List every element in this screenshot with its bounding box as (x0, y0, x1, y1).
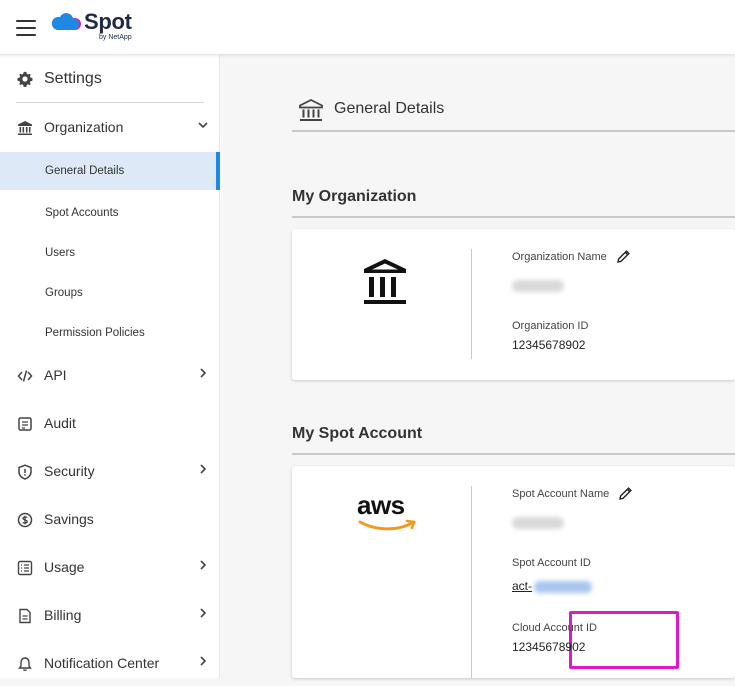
chevron-down-icon (198, 122, 208, 129)
aws-logo: aws (357, 490, 417, 536)
sidebar-item-security[interactable]: Security (0, 450, 220, 494)
bell-icon (18, 657, 32, 671)
section-title-text: My Spot Account (292, 425, 423, 442)
bank-icon (299, 98, 323, 121)
organization-name-redacted (512, 280, 564, 292)
section-my-spot-account: My Spot Account (292, 425, 735, 455)
sidebar-subitem-spot-accounts[interactable]: Spot Accounts (0, 194, 220, 232)
sidebar-item-notification-center[interactable]: Notification Center (0, 642, 220, 686)
main-content: General Details My Organization Organiza… (221, 55, 735, 678)
section-my-organization: My Organization (292, 188, 735, 218)
logo-text: Spot (84, 9, 132, 34)
sidebar-item-label: Usage (44, 559, 85, 575)
logo-subtext: by NetApp (99, 34, 132, 41)
sidebar: Settings Organization General Details Sp… (0, 55, 220, 678)
sidebar-item-label: API (44, 367, 67, 383)
gear-icon (17, 71, 33, 87)
section-title-text: My Organization (292, 188, 417, 205)
sidebar-item-api[interactable]: API (0, 354, 220, 398)
shield-icon (18, 464, 32, 480)
organization-card: Organization Name Organization ID 123456… (292, 229, 735, 380)
card-divider (471, 486, 472, 678)
sidebar-subitem-users[interactable]: Users (0, 234, 220, 272)
sidebar-subitem-permission-policies[interactable]: Permission Policies (0, 314, 220, 352)
spot-account-id-redacted (534, 581, 592, 593)
dollar-icon (17, 512, 33, 528)
sidebar-settings-header: Settings (0, 55, 220, 103)
sidebar-subitem-label: Spot Accounts (45, 207, 119, 219)
sidebar-item-audit[interactable]: Audit (0, 402, 220, 446)
organization-bank-icon (364, 259, 406, 304)
sidebar-item-label: Billing (44, 607, 82, 623)
sidebar-item-label: Organization (44, 119, 124, 135)
organization-id-label: Organization ID (512, 320, 589, 332)
document-icon (18, 417, 32, 431)
chevron-right-icon (200, 464, 207, 474)
spot-account-card: aws Spot Account Name Spot Account ID ac… (292, 466, 735, 678)
sidebar-item-savings[interactable]: Savings (0, 498, 220, 542)
organization-name-label: Organization Name (512, 251, 607, 263)
sidebar-subitem-label: Users (45, 247, 76, 259)
sidebar-item-label: Security (44, 463, 95, 479)
aws-smile-icon (358, 519, 416, 531)
sidebar-subitem-label: General Details (45, 165, 125, 177)
chevron-right-icon (200, 656, 207, 666)
sidebar-item-label: Savings (44, 511, 94, 527)
chevron-right-icon (200, 608, 207, 618)
sidebar-subitem-groups[interactable]: Groups (0, 274, 220, 312)
cloud-account-id-highlight (569, 611, 679, 669)
spot-account-name-label: Spot Account Name (512, 488, 610, 500)
sidebar-subitem-general-details[interactable]: General Details (0, 152, 220, 190)
aws-logo-text: aws (357, 490, 405, 520)
organization-id-value: 12345678902 (512, 338, 586, 352)
spot-cloud-icon (51, 13, 81, 30)
hamburger-menu-icon[interactable] (16, 20, 36, 36)
top-bar: Spot by NetApp (0, 0, 735, 55)
sidebar-item-billing[interactable]: Billing (0, 594, 220, 638)
page-title-text: General Details (334, 100, 445, 117)
sidebar-item-usage[interactable]: Usage (0, 546, 220, 590)
cloud-account-id-value: 12345678902 (512, 640, 586, 654)
chevron-right-icon (200, 560, 207, 570)
sidebar-item-organization[interactable]: Organization (0, 106, 220, 150)
page-title: General Details (292, 95, 735, 132)
spot-account-id-label: Spot Account ID (512, 557, 591, 569)
file-icon (19, 608, 31, 624)
spot-account-name-redacted (512, 517, 564, 529)
bank-icon (18, 121, 32, 135)
sidebar-subitem-label: Permission Policies (45, 327, 145, 339)
sidebar-item-label: Audit (44, 415, 76, 431)
code-icon (17, 370, 33, 382)
list-icon (17, 560, 33, 576)
settings-label: Settings (44, 70, 102, 87)
card-divider (471, 249, 472, 359)
sidebar-divider (16, 102, 204, 103)
sidebar-subitem-label: Groups (45, 287, 83, 299)
edit-pencil-icon[interactable] (616, 249, 631, 264)
edit-pencil-icon[interactable] (618, 486, 633, 501)
sidebar-item-label: Notification Center (44, 655, 160, 671)
spot-account-id-link[interactable]: act- (512, 579, 532, 593)
cloud-account-id-label: Cloud Account ID (512, 622, 597, 634)
chevron-right-icon (200, 368, 207, 378)
